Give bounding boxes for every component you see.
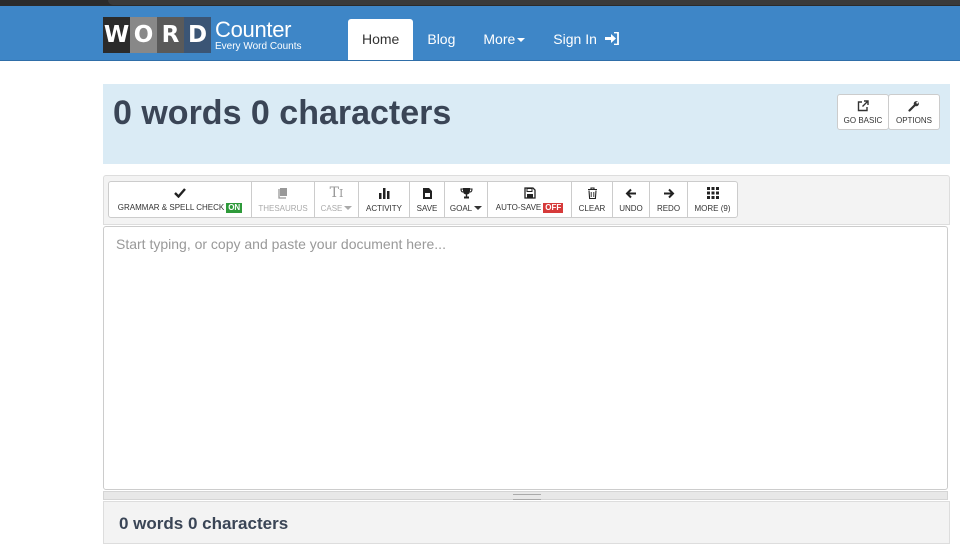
save-button[interactable]: SAVE [409, 181, 445, 218]
nav-blog-label: Blog [427, 31, 456, 47]
logo-letter-o: O [130, 17, 157, 53]
grammar-label: GRAMMAR & SPELL CHECK [117, 203, 225, 212]
nav-home-label: Home [362, 31, 400, 47]
window-top-strip-inner [108, 0, 960, 5]
goal-dropdown-button[interactable]: GOAL [444, 181, 488, 218]
editor-resize-handle[interactable] [103, 491, 948, 500]
site-logo[interactable]: W O R D Counter Every Word Counts [103, 17, 302, 53]
nav-sign-in[interactable]: Sign In [539, 19, 632, 60]
grammar-status-badge: ON [226, 203, 243, 213]
resize-grip-icon [513, 494, 541, 500]
nav-blog[interactable]: Blog [413, 19, 469, 60]
logo-letter-w: W [103, 17, 130, 53]
goal-label: GOAL [449, 203, 473, 213]
sign-in-icon [604, 31, 619, 46]
trash-icon [587, 187, 597, 199]
grid-icon [706, 187, 719, 199]
redo-button[interactable]: REDO [649, 181, 688, 218]
thesaurus-button[interactable]: THESAURUS [251, 181, 315, 218]
activity-label: ACTIVITY [365, 203, 402, 213]
logo-letter-r: R [157, 17, 184, 53]
nav-home[interactable]: Home [348, 19, 414, 60]
case-caret-down-icon [344, 206, 353, 211]
logo-brand: Counter Every Word Counts [215, 16, 302, 52]
case-label: CASE [320, 203, 343, 213]
text-case-icon: TI [329, 185, 344, 201]
arrow-right-icon [663, 188, 674, 198]
case-dropdown-button[interactable]: TI CASE [314, 181, 359, 218]
navbar: W O R D Counter Every Word Counts Home B… [0, 6, 960, 61]
go-basic-label: GO BASIC [843, 115, 883, 125]
undo-button[interactable]: UNDO [612, 181, 650, 218]
undo-label: UNDO [619, 203, 643, 213]
external-link-icon [857, 99, 869, 111]
file-save-icon [422, 187, 432, 199]
checkmark-icon [174, 188, 186, 198]
wrench-icon [908, 100, 919, 112]
document-text-input[interactable] [104, 227, 947, 489]
clear-button[interactable]: CLEAR [571, 181, 613, 218]
toolbar-group-main: GRAMMAR & SPELL CHECK ON THESAURUS TI CAS… [108, 181, 738, 218]
auto-save-button[interactable]: AUTO-SAVE OFF [487, 181, 572, 218]
more-tools-label: MORE (9) [694, 203, 731, 213]
auto-save-label: AUTO-SAVE [495, 203, 542, 212]
save-label: SAVE [416, 203, 438, 213]
bar-chart-icon [378, 188, 389, 199]
book-icon [278, 188, 287, 199]
goal-caret-down-icon [474, 206, 483, 211]
floppy-disk-icon [523, 186, 536, 199]
clear-label: CLEAR [578, 203, 606, 213]
nav-more-label: More [483, 31, 516, 47]
more-tools-button[interactable]: MORE (9) [687, 181, 738, 218]
trophy-icon [459, 188, 473, 199]
options-button[interactable]: OPTIONS [888, 94, 940, 130]
document-editor [103, 226, 948, 490]
logo-letter-d: D [184, 17, 211, 53]
caret-down-icon [517, 38, 526, 43]
page-title-count: 0 words 0 characters [113, 94, 452, 132]
arrow-left-icon [625, 188, 636, 198]
redo-label: REDO [656, 203, 681, 213]
word-count-banner: 0 words 0 characters GO BASIC OPTIONS [103, 84, 950, 164]
footer-word-count: 0 words 0 characters [119, 514, 289, 533]
grammar-spell-check-button[interactable]: GRAMMAR & SPELL CHECK ON [108, 181, 252, 218]
logo-brand-name: Counter [215, 16, 292, 42]
thesaurus-label: THESAURUS [258, 203, 308, 213]
go-basic-button[interactable]: GO BASIC [837, 94, 889, 130]
banner-buttons: GO BASIC OPTIONS [837, 94, 940, 130]
auto-save-status-badge: OFF [543, 203, 564, 213]
nav-sign-in-label: Sign In [553, 31, 597, 47]
footer-count-bar: 0 words 0 characters [103, 501, 950, 544]
main-nav: Home Blog More Sign In [348, 19, 633, 60]
options-label: OPTIONS [895, 115, 932, 125]
nav-more-dropdown[interactable]: More [469, 19, 539, 60]
logo-tagline: Every Word Counts [215, 40, 302, 52]
activity-button[interactable]: ACTIVITY [358, 181, 410, 218]
editor-toolbar: GRAMMAR & SPELL CHECK ON THESAURUS TI CAS… [103, 175, 950, 225]
